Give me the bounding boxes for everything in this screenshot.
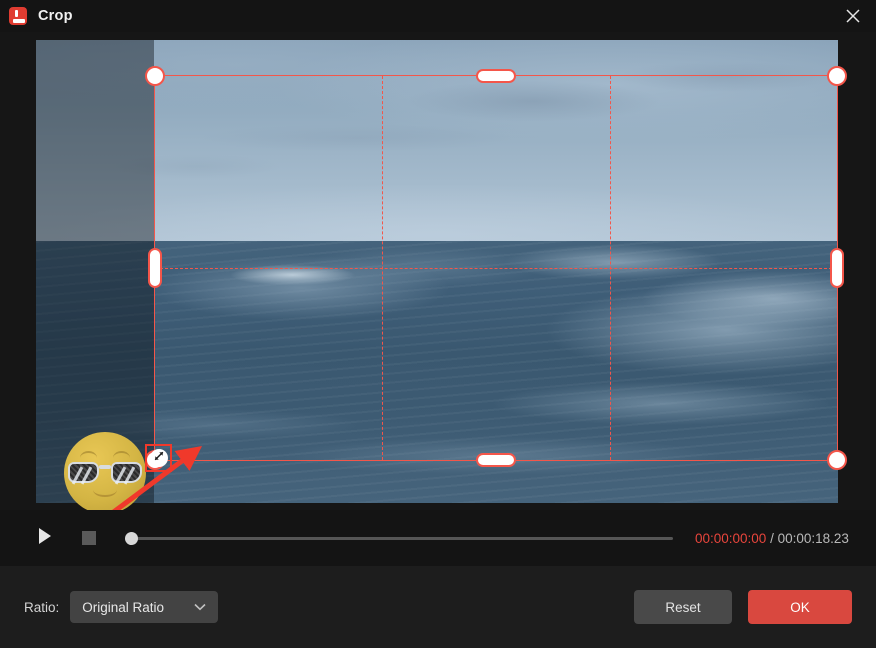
seek-track[interactable] (125, 536, 673, 540)
sunglasses-lens-left (68, 462, 99, 485)
dialog-footer: Ratio: Original Ratio Reset OK (0, 566, 876, 648)
sunglasses-lens-right (111, 462, 142, 485)
seek-slider[interactable] (125, 529, 673, 547)
player-controls-bar: 00:00:00:00 / 00:00:18.23 (0, 510, 876, 566)
time-total: 00:00:18.23 (777, 530, 849, 546)
ratio-selected-value: Original Ratio (82, 599, 165, 615)
play-icon (37, 527, 53, 550)
ocean-scene-image (36, 40, 838, 503)
crop-dialog: Crop 00:00:00:00 / 00:00:18.23 Ratio: Or… (0, 0, 876, 648)
video-preview[interactable] (36, 40, 838, 503)
ratio-dropdown[interactable]: Original Ratio (70, 591, 219, 623)
sticker-resize-handle[interactable] (149, 449, 168, 468)
chevron-down-icon (194, 603, 206, 611)
reset-button[interactable]: Reset (634, 590, 732, 624)
title-bar: Crop (0, 0, 876, 32)
ratio-label: Ratio: (24, 599, 60, 615)
close-icon (846, 9, 860, 23)
time-display: 00:00:00:00 / 00:00:18.23 (695, 531, 849, 546)
preview-stage (0, 32, 876, 510)
emoji-brow-right (113, 451, 130, 458)
close-button[interactable] (830, 0, 876, 32)
sticker-resize-highlight-box (145, 444, 172, 472)
time-separator: / (770, 530, 774, 546)
play-button[interactable] (34, 527, 56, 549)
sunglasses-icon (68, 462, 142, 485)
stop-button[interactable] (82, 531, 96, 545)
time-current: 00:00:00:00 (695, 530, 767, 546)
sunglasses-emoji-sticker[interactable] (64, 432, 146, 510)
seek-thumb[interactable] (125, 531, 138, 545)
page-title: Crop (38, 8, 73, 24)
ok-button[interactable]: OK (748, 590, 852, 624)
clouds-layer (36, 40, 838, 244)
emoji-brow-left (80, 451, 97, 458)
sunglasses-bridge (99, 465, 111, 469)
diagonal-resize-arrow-icon (152, 449, 166, 468)
video-editor-icon (9, 7, 27, 25)
